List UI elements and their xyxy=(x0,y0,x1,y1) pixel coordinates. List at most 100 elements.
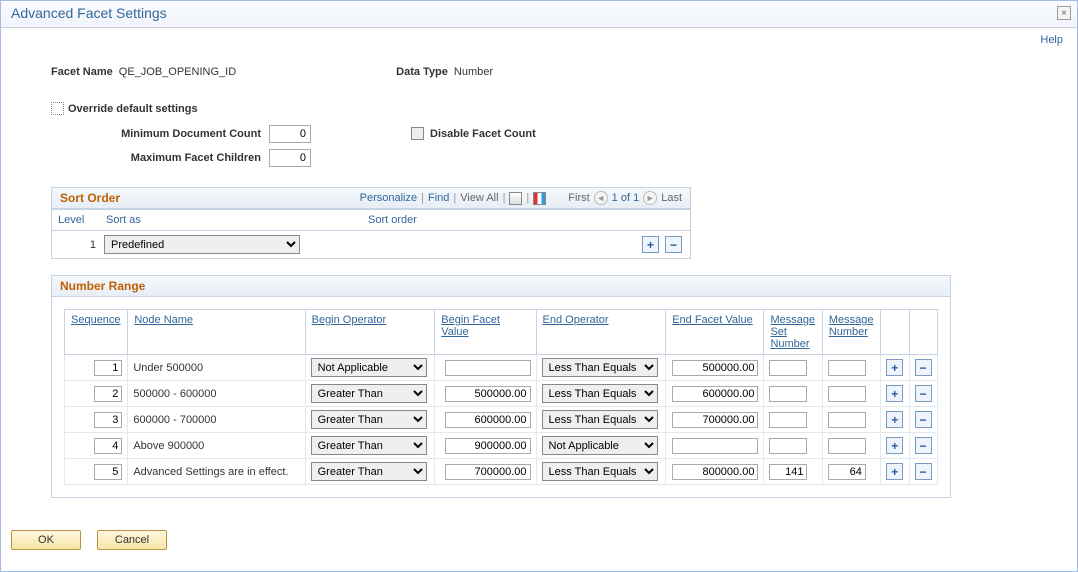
sequence-input[interactable] xyxy=(94,386,122,402)
cancel-button[interactable]: Cancel xyxy=(97,530,167,550)
end-operator-select[interactable]: Less Than Equals xyxy=(542,462,658,481)
col-node-name[interactable]: Node Name xyxy=(134,314,193,326)
msg-num-input[interactable] xyxy=(828,438,866,454)
add-row-button[interactable]: + xyxy=(886,411,903,428)
add-row-button[interactable]: + xyxy=(886,463,903,480)
nav-prev-icon[interactable]: ◄ xyxy=(594,191,608,205)
msg-num-input[interactable] xyxy=(828,412,866,428)
window-title: Advanced Facet Settings xyxy=(11,5,167,21)
nav-first[interactable]: First xyxy=(568,192,589,204)
close-icon[interactable]: × xyxy=(1057,6,1071,20)
msg-set-input[interactable] xyxy=(769,386,807,402)
sortas-select[interactable]: Predefined xyxy=(104,235,300,254)
msg-num-input[interactable] xyxy=(828,464,866,480)
end-value-input[interactable] xyxy=(672,464,758,480)
add-row-button[interactable]: + xyxy=(886,359,903,376)
sort-order-title: Sort Order xyxy=(60,191,120,205)
delete-row-button[interactable]: − xyxy=(915,437,932,454)
msg-num-input[interactable] xyxy=(828,360,866,376)
col-end-op[interactable]: End Operator xyxy=(543,314,609,326)
begin-value-input[interactable] xyxy=(445,386,531,402)
min-count-input[interactable] xyxy=(269,125,311,143)
add-row-button[interactable]: + xyxy=(886,385,903,402)
nav-next-icon[interactable]: ► xyxy=(643,191,657,205)
end-operator-select[interactable]: Less Than Equals xyxy=(542,410,658,429)
begin-value-input[interactable] xyxy=(445,412,531,428)
node-name-value: 600000 - 700000 xyxy=(133,414,216,426)
begin-operator-select[interactable]: Greater Than xyxy=(311,436,427,455)
end-value-input[interactable] xyxy=(672,360,758,376)
sort-order-panel: Sort Order Personalize | Find | View All… xyxy=(51,187,691,259)
msg-set-input[interactable] xyxy=(769,412,807,428)
begin-value-input[interactable] xyxy=(445,360,531,376)
override-label: Override default settings xyxy=(68,103,198,115)
end-operator-select[interactable]: Less Than Equals xyxy=(542,358,658,377)
end-value-input[interactable] xyxy=(672,386,758,402)
sort-level-value: 1 xyxy=(56,239,104,251)
zoom-icon[interactable] xyxy=(509,192,522,205)
col-begin-op[interactable]: Begin Operator xyxy=(312,314,387,326)
find-link[interactable]: Find xyxy=(428,192,449,204)
viewall-link[interactable]: View All xyxy=(460,192,498,204)
end-value-input[interactable] xyxy=(672,412,758,428)
personalize-link[interactable]: Personalize xyxy=(360,192,417,204)
min-count-label: Minimum Document Count xyxy=(51,128,261,140)
delete-row-button[interactable]: − xyxy=(915,463,932,480)
facet-name-value: QE_JOB_OPENING_ID xyxy=(119,66,236,78)
msg-set-input[interactable] xyxy=(769,360,807,376)
begin-operator-select[interactable]: Greater Than xyxy=(311,462,427,481)
table-row: Under 500000Not ApplicableLess Than Equa… xyxy=(65,355,938,381)
col-sortas[interactable]: Sort as xyxy=(100,210,362,230)
delete-row-button[interactable]: − xyxy=(665,236,682,253)
col-sequence[interactable]: Sequence xyxy=(71,314,121,326)
number-range-header: Number Range xyxy=(52,276,950,297)
col-begin-val[interactable]: Begin Facet Value xyxy=(441,314,500,338)
sort-order-header: Sort Order Personalize | Find | View All… xyxy=(52,188,690,209)
sort-columns: Level Sort as Sort order xyxy=(52,209,690,231)
begin-value-input[interactable] xyxy=(445,438,531,454)
msg-set-input[interactable] xyxy=(769,438,807,454)
number-range-body: Sequence Node Name Begin Operator Begin … xyxy=(52,297,950,497)
max-children-input[interactable] xyxy=(269,149,311,167)
col-msg-num[interactable]: Message Number xyxy=(829,314,874,338)
disable-facet-checkbox[interactable] xyxy=(411,127,424,140)
dialog-buttons: OK Cancel xyxy=(1,524,1077,550)
end-operator-select[interactable]: Not Applicable xyxy=(542,436,658,455)
add-row-button[interactable]: + xyxy=(642,236,659,253)
titlebar: Advanced Facet Settings × xyxy=(1,1,1077,28)
sequence-input[interactable] xyxy=(94,464,122,480)
counts-block: Minimum Document Count Maximum Facet Chi… xyxy=(51,125,1027,173)
table-row: 600000 - 700000 Greater Than Less Than Equ… xyxy=(65,407,938,433)
help-link[interactable]: Help xyxy=(1040,34,1063,46)
begin-operator-select[interactable]: Not Applicable xyxy=(311,358,427,377)
col-level[interactable]: Level xyxy=(52,210,100,230)
sequence-input[interactable] xyxy=(94,438,122,454)
download-icon[interactable] xyxy=(533,192,546,205)
nav-last[interactable]: Last xyxy=(661,192,682,204)
col-msg-set[interactable]: Message Set Number xyxy=(770,314,815,350)
sequence-input[interactable] xyxy=(94,412,122,428)
begin-operator-select[interactable]: Greater Than xyxy=(311,410,427,429)
delete-row-button[interactable]: − xyxy=(915,385,932,402)
help-row: Help xyxy=(1,28,1077,46)
col-end-val[interactable]: End Facet Value xyxy=(672,314,753,326)
override-checkbox[interactable] xyxy=(51,102,64,115)
end-operator-select[interactable]: Less Than Equals xyxy=(542,384,658,403)
add-row-button[interactable]: + xyxy=(886,437,903,454)
delete-row-button[interactable]: − xyxy=(915,411,932,428)
dialog-window: Advanced Facet Settings × Help Facet Nam… xyxy=(0,0,1078,572)
max-children-label: Maximum Facet Children xyxy=(51,152,261,164)
datatype-label: Data Type xyxy=(396,66,448,78)
col-sortorder[interactable]: Sort order xyxy=(362,210,690,230)
end-value-input[interactable] xyxy=(672,438,758,454)
begin-value-input[interactable] xyxy=(445,464,531,480)
number-range-panel: Number Range Sequence Node Name Begin Op… xyxy=(51,275,951,498)
sequence-input[interactable] xyxy=(94,360,122,376)
msg-num-input[interactable] xyxy=(828,386,866,402)
node-name-value: Above 900000 xyxy=(133,440,204,452)
msg-set-input[interactable] xyxy=(769,464,807,480)
table-row: 500000 - 600000Greater ThanLess Than Equ… xyxy=(65,381,938,407)
begin-operator-select[interactable]: Greater Than xyxy=(311,384,427,403)
ok-button[interactable]: OK xyxy=(11,530,81,550)
delete-row-button[interactable]: − xyxy=(915,359,932,376)
